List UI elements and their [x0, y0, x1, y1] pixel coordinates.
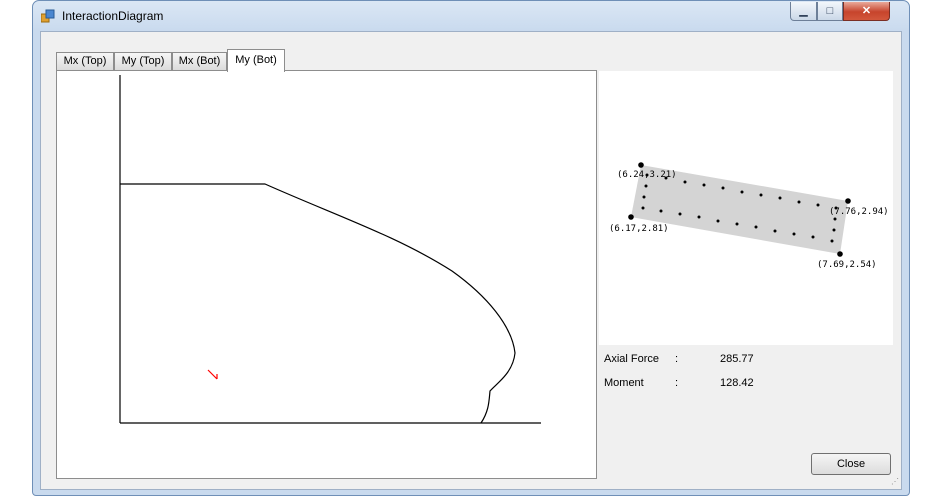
- axial-force-label: Axial Force: [604, 353, 660, 365]
- tab-my-bot[interactable]: My (Bot): [227, 49, 285, 72]
- close-button[interactable]: Close: [811, 453, 891, 475]
- axial-force-value: 285.77: [720, 353, 754, 365]
- corner-label-top-left: (6.24,3.21): [617, 170, 677, 180]
- corner-label-top-right: (7.76,2.94): [829, 207, 889, 217]
- minimize-button[interactable]: ▁: [790, 2, 817, 21]
- section-preview: (6.24,3.21) (7.76,2.94) (6.17,2.81) (7.6…: [599, 71, 893, 345]
- interaction-diagram: [119, 75, 541, 424]
- app-window: InteractionDiagram ▁ □ ✕ Mx (Top) My (To…: [32, 0, 910, 496]
- load-point-marker: [207, 369, 218, 380]
- interaction-diagram-panel: [56, 70, 597, 479]
- moment-value: 128.42: [720, 377, 754, 389]
- resize-grip-icon[interactable]: ⋰: [889, 477, 899, 487]
- tab-my-top[interactable]: My (Top): [114, 52, 172, 71]
- section-preview-drawing: (6.24,3.21) (7.76,2.94) (6.17,2.81) (7.6…: [609, 162, 889, 270]
- corner-label-bottom-right: (7.69,2.54): [817, 260, 877, 270]
- title-bar[interactable]: InteractionDiagram ▁ □ ✕: [33, 1, 909, 31]
- moment-label: Moment: [604, 377, 644, 389]
- tab-mx-bot[interactable]: Mx (Bot): [172, 52, 227, 71]
- maximize-button[interactable]: □: [817, 2, 843, 21]
- client-area: Mx (Top) My (Top) Mx (Bot) My (Bot) (6.2…: [40, 31, 902, 490]
- corner-label-bottom-left: (6.17,2.81): [609, 224, 669, 234]
- window-title: InteractionDiagram: [62, 9, 164, 23]
- moment-colon: :: [675, 377, 679, 389]
- app-icon: [41, 9, 55, 23]
- interaction-curve: [120, 183, 516, 424]
- close-window-button[interactable]: ✕: [843, 2, 890, 21]
- axial-force-colon: :: [675, 353, 679, 365]
- tab-mx-top[interactable]: Mx (Top): [56, 52, 114, 71]
